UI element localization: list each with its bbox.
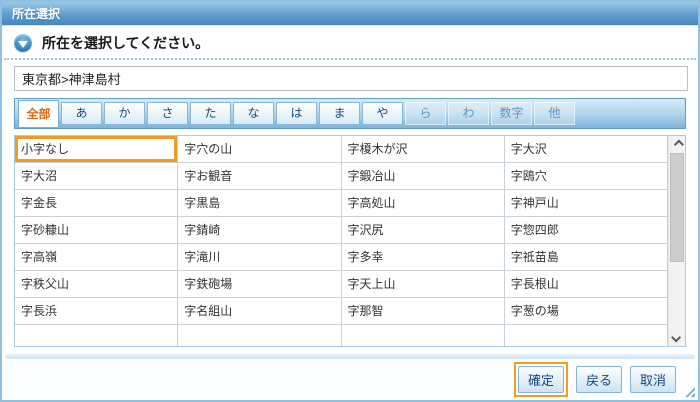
dialog-title: 所在選択	[2, 2, 698, 26]
resize-grip-icon[interactable]	[683, 385, 695, 397]
chevron-down-icon	[670, 332, 681, 343]
scroll-track[interactable]	[669, 153, 685, 329]
location-cell-selected[interactable]: 小字なし	[15, 136, 179, 163]
location-cell[interactable]: 字長根山	[504, 271, 668, 298]
location-cell[interactable]: 字秩父山	[15, 271, 179, 298]
scroll-thumb[interactable]	[670, 153, 684, 263]
location-table: 小字なし 字穴の山 字榎木が沢 字大沢字大沼 字お観音 字鍛冶山 字鴎穴字金長 字黒島 字高処山…	[14, 135, 686, 347]
confirm-button[interactable]: 確定	[518, 366, 564, 393]
vertical-scrollbar[interactable]	[668, 136, 685, 346]
location-cell[interactable]: 字高処山	[341, 190, 505, 217]
tab-ta[interactable]: た	[190, 102, 231, 125]
location-cell[interactable]: 字鴎穴	[504, 163, 668, 190]
tab-ka[interactable]: か	[104, 102, 145, 125]
tab-ma[interactable]: ま	[319, 102, 360, 125]
location-cell[interactable]: 字黒島	[178, 190, 342, 217]
cancel-button[interactable]: 取消	[630, 366, 676, 393]
chevron-up-icon	[673, 139, 684, 150]
location-cell[interactable]: 字穴の山	[178, 136, 342, 163]
location-cell-empty	[505, 325, 668, 346]
tab-other: 他	[534, 102, 575, 125]
location-cell-empty	[15, 325, 179, 346]
tab-wa: わ	[448, 102, 489, 125]
location-cell[interactable]: 字多幸	[341, 244, 505, 271]
location-cell[interactable]: 字大沢	[504, 136, 668, 163]
location-cell[interactable]: 字砂糠山	[15, 217, 179, 244]
location-cell-empty	[178, 325, 342, 346]
location-cell-empty	[342, 325, 505, 346]
location-grid: 小字なし 字穴の山 字榎木が沢 字大沢字大沼 字お観音 字鍛冶山 字鴎穴字金長 字黒島 字高処山…	[15, 136, 668, 346]
location-cell[interactable]: 字鉄砲場	[178, 271, 342, 298]
confirm-highlight-frame: 確定	[514, 362, 568, 397]
scroll-up-button[interactable]	[669, 136, 685, 153]
location-cell[interactable]: 字大沼	[15, 163, 179, 190]
location-cell[interactable]: 字葱の場	[504, 298, 668, 325]
tab-a[interactable]: あ	[61, 102, 102, 125]
kana-tab-bar: 全部あかさたなはまやらわ数字他	[14, 98, 686, 129]
down-arrow-circle-icon	[14, 34, 32, 52]
location-cell[interactable]: 字高嶺	[15, 244, 179, 271]
location-cell[interactable]: 字天上山	[341, 271, 505, 298]
location-cell[interactable]: 字鍛冶山	[341, 163, 505, 190]
location-cell[interactable]: 字神戸山	[504, 190, 668, 217]
tab-ra: ら	[405, 102, 446, 125]
scroll-down-button[interactable]	[669, 329, 685, 346]
location-cell[interactable]: 字祗苗島	[504, 244, 668, 271]
footer: 確定 戻る 取消	[2, 359, 698, 400]
tab-digit: 数字	[491, 102, 532, 125]
location-cell[interactable]: 字お観音	[178, 163, 342, 190]
location-cell[interactable]: 字榎木が沢	[341, 136, 505, 163]
location-cell[interactable]: 字滝川	[178, 244, 342, 271]
prompt-header: 所在を選択してください。	[2, 26, 698, 56]
location-cell[interactable]: 字長浜	[15, 298, 179, 325]
location-cell[interactable]: 字錆崎	[178, 217, 342, 244]
location-cell[interactable]: 字金長	[15, 190, 179, 217]
back-button[interactable]: 戻る	[576, 366, 622, 393]
dotted-divider	[4, 58, 696, 60]
location-select-dialog: 所在選択 所在を選択してください。 全部あかさたなはまやらわ数字他 小字なし字穴…	[0, 0, 700, 402]
location-path-field[interactable]	[14, 66, 688, 91]
tab-all[interactable]: 全部	[18, 100, 59, 128]
location-cell[interactable]: 字惣四郎	[504, 217, 668, 244]
tab-sa[interactable]: さ	[147, 102, 188, 125]
tab-ya[interactable]: や	[362, 102, 403, 125]
tab-ha[interactable]: は	[276, 102, 317, 125]
prompt-text: 所在を選択してください。	[42, 35, 210, 51]
tab-na[interactable]: な	[233, 102, 274, 125]
location-cell[interactable]: 字沢尻	[341, 217, 505, 244]
location-cell[interactable]: 字那智	[341, 298, 505, 325]
location-cell[interactable]: 字名組山	[178, 298, 342, 325]
